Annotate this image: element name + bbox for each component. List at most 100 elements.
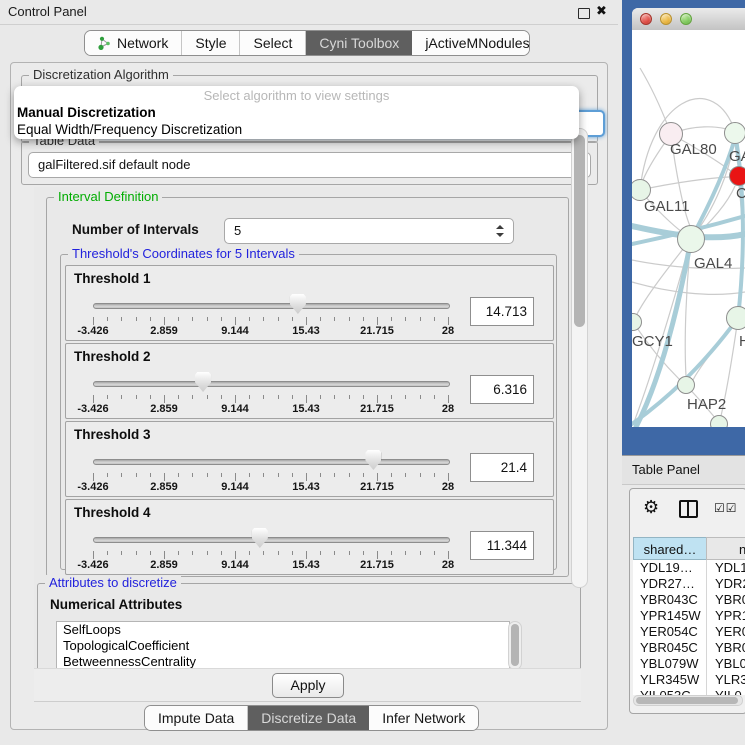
cell-shared-name[interactable]: YDL19… bbox=[633, 560, 706, 576]
table-row[interactable]: YDL19…YDL1 bbox=[633, 560, 745, 576]
column-header-shared-name[interactable]: shared… bbox=[633, 537, 707, 560]
threshold-value-field[interactable]: 11.344 bbox=[470, 531, 534, 560]
tab-discretize-data[interactable]: Discretize Data bbox=[247, 706, 369, 730]
table-row[interactable]: YBR045CYBR0 bbox=[633, 640, 745, 656]
mac-minimize-button[interactable] bbox=[660, 13, 672, 25]
tab-jactivemnodules[interactable]: jActiveMNodules bbox=[412, 31, 530, 55]
cell-name[interactable]: YDR2 bbox=[706, 576, 745, 592]
cell-shared-name[interactable]: YLR345W bbox=[633, 672, 706, 688]
thresholds-group: Threshold's Coordinates for 5 Intervals … bbox=[60, 254, 557, 570]
column-header-name[interactable]: na bbox=[706, 537, 745, 560]
table-row[interactable]: YER054CYER0 bbox=[633, 624, 745, 640]
mac-zoom-button[interactable] bbox=[680, 13, 692, 25]
tab-impute-data[interactable]: Impute Data bbox=[145, 706, 247, 730]
table-row[interactable]: YPR145WYPR1 bbox=[633, 608, 745, 624]
algorithm-dropdown-popup: Select algorithm to view settings Manual… bbox=[14, 86, 579, 139]
control-panel-titlebar: Control Panel ✖ bbox=[0, 0, 618, 25]
slider-track[interactable] bbox=[93, 537, 450, 543]
slider-tick-labels: -3.4262.8599.14415.4321.71528 bbox=[93, 403, 449, 415]
cell-shared-name[interactable]: YIL053C bbox=[633, 688, 706, 695]
threshold-panel: Threshold 1 -3.4262.8599.14415.4321.7152… bbox=[65, 265, 554, 341]
cell-shared-name[interactable]: YBR043C bbox=[633, 592, 706, 608]
tab-style[interactable]: Style bbox=[181, 31, 239, 55]
node-red[interactable] bbox=[729, 166, 745, 186]
network-window-titlebar[interactable] bbox=[632, 8, 745, 31]
checkbox-icons[interactable]: ☑☑ bbox=[714, 501, 738, 515]
cell-name[interactable]: YBR0 bbox=[706, 592, 745, 608]
network-view-frame: GAL80GACGAL11GAL4GCY1HHAP2 bbox=[622, 0, 745, 455]
settings-scroll-viewport: Interval Definition Number of Intervals … bbox=[34, 187, 581, 668]
network-window: GAL80GACGAL11GAL4GCY1HHAP2 bbox=[632, 8, 745, 427]
tab-cyni-toolbox[interactable]: Cyni Toolbox bbox=[305, 31, 412, 55]
cell-shared-name[interactable]: YER054C bbox=[633, 624, 706, 640]
cell-shared-name[interactable]: YBL079W bbox=[633, 656, 706, 672]
cell-name[interactable]: YPR1 bbox=[706, 608, 745, 624]
slider-thumb[interactable] bbox=[290, 294, 306, 314]
table-panel-title: Table Panel bbox=[632, 456, 700, 483]
table-row[interactable]: YDR27…YDR2 bbox=[633, 576, 745, 592]
cell-name[interactable]: YBL0 bbox=[706, 656, 745, 672]
tab-network[interactable]: Network bbox=[85, 31, 181, 55]
dropdown-option-manual-discretization[interactable]: Manual Discretization bbox=[14, 104, 579, 121]
table-row[interactable]: YIL053CYIL0 bbox=[633, 688, 745, 695]
float-icon[interactable] bbox=[578, 8, 590, 19]
cell-name[interactable]: YLR3 bbox=[706, 672, 745, 688]
table-horizontal-scrollbar[interactable] bbox=[633, 695, 743, 706]
gear-icon[interactable]: ⚙ bbox=[643, 497, 659, 518]
threshold-value-field[interactable]: 21.4 bbox=[470, 453, 534, 482]
node-gal4[interactable] bbox=[677, 225, 705, 253]
dropdown-option-equal-width-frequency[interactable]: Equal Width/Frequency Discretization bbox=[14, 121, 579, 138]
tab-label: Cyni Toolbox bbox=[319, 35, 399, 51]
apply-bar: Apply bbox=[34, 668, 581, 702]
node-right[interactable] bbox=[726, 306, 745, 330]
table-panel: ⚙ ☑☑ shared… na YDL19…YDL1YDR27…YDR2YBR0… bbox=[629, 488, 745, 714]
interval-definition-group: Interval Definition Number of Intervals … bbox=[46, 197, 569, 577]
node-label: H bbox=[739, 333, 745, 350]
cell-name[interactable]: YBR0 bbox=[706, 640, 745, 656]
table-row[interactable]: YBR043CYBR0 bbox=[633, 592, 745, 608]
slider-thumb[interactable] bbox=[252, 528, 268, 548]
attribute-item[interactable]: SelfLoops bbox=[57, 622, 509, 638]
threshold-value-field[interactable]: 6.316 bbox=[470, 375, 534, 404]
attribute-item[interactable]: TopologicalCoefficient bbox=[57, 638, 509, 654]
network-canvas[interactable]: GAL80GACGAL11GAL4GCY1HHAP2 bbox=[632, 30, 745, 427]
numerical-attributes-list[interactable]: SelfLoopsTopologicalCoefficientBetweenne… bbox=[56, 621, 510, 668]
table-data-combobox[interactable]: galFiltered.sif default node bbox=[28, 152, 591, 178]
tab-bar: NetworkStyleSelect Cyni Toolbox jActiveMNo… bbox=[84, 30, 530, 56]
threshold-value-field[interactable]: 14.713 bbox=[470, 297, 534, 326]
tab-infer-network[interactable]: Infer Network bbox=[369, 706, 478, 730]
slider-track[interactable] bbox=[93, 459, 450, 465]
threshold-label: Threshold 1 bbox=[74, 271, 151, 286]
cell-shared-name[interactable]: YDR27… bbox=[633, 576, 706, 592]
cell-shared-name[interactable]: YBR045C bbox=[633, 640, 706, 656]
table-row[interactable]: YLR345WYLR3 bbox=[633, 672, 745, 688]
close-icon[interactable]: ✖ bbox=[596, 3, 607, 19]
table-rows[interactable]: YDL19…YDL1YDR27…YDR2YBR043CYBR0YPR145WYP… bbox=[633, 560, 745, 695]
number-of-intervals-combobox[interactable]: 5 bbox=[224, 218, 514, 244]
slider-track[interactable] bbox=[93, 381, 450, 387]
node-top-right[interactable] bbox=[724, 122, 745, 144]
node-bottom[interactable] bbox=[710, 415, 728, 427]
cell-name[interactable]: YER0 bbox=[706, 624, 745, 640]
table-row[interactable]: YBL079WYBL0 bbox=[633, 656, 745, 672]
slider-thumb[interactable] bbox=[365, 450, 381, 470]
apply-button[interactable]: Apply bbox=[272, 673, 344, 698]
discretization-algorithm-group-title: Discretization Algorithm bbox=[29, 67, 173, 82]
slider-thumb[interactable] bbox=[195, 372, 211, 392]
tab-label: Discretize Data bbox=[261, 710, 356, 726]
tab-select[interactable]: Select bbox=[239, 31, 305, 55]
columns-icon[interactable] bbox=[679, 500, 698, 518]
cell-name[interactable]: YIL0 bbox=[706, 688, 742, 695]
attribute-item[interactable]: BetweennessCentrality bbox=[57, 654, 509, 668]
node-label: HAP2 bbox=[687, 396, 726, 413]
cell-shared-name[interactable]: YPR145W bbox=[633, 608, 706, 624]
cell-name[interactable]: YDL1 bbox=[706, 560, 745, 576]
settings-scrollbar[interactable] bbox=[571, 128, 588, 588]
mac-close-button[interactable] bbox=[640, 13, 652, 25]
number-of-intervals-label: Number of Intervals bbox=[72, 222, 199, 237]
dropdown-hint: Select algorithm to view settings bbox=[14, 88, 579, 104]
slider-track[interactable] bbox=[93, 303, 450, 309]
bottom-tab-bar: Impute Data Discretize Data Infer Network bbox=[144, 705, 479, 731]
node-hap2[interactable] bbox=[677, 376, 695, 394]
attributes-list-scrollbar[interactable] bbox=[508, 621, 522, 668]
